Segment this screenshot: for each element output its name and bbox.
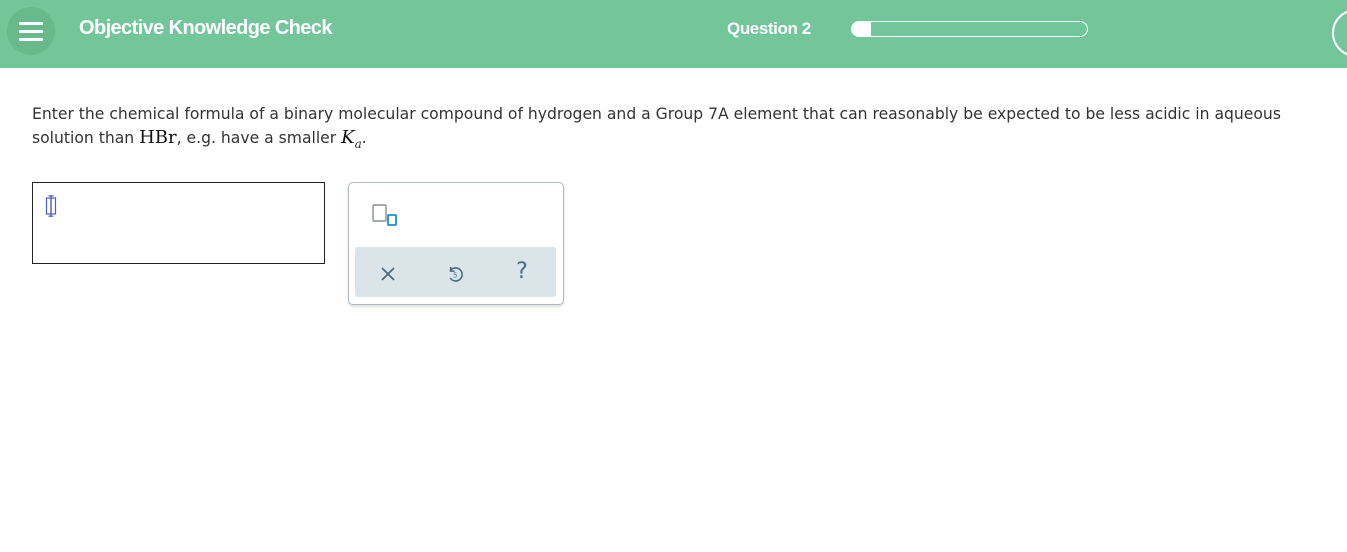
top-bar: Objective Knowledge Check Question 2 <box>0 0 1347 68</box>
prompt-line-1: Enter the chemical formula of a binary m… <box>32 105 1281 123</box>
acid-constant-subscript: a <box>354 137 362 151</box>
circle-button[interactable] <box>1332 9 1347 57</box>
progress-bar <box>851 21 1088 37</box>
menu-button[interactable] <box>7 7 55 55</box>
help-button[interactable]: ? <box>509 257 535 287</box>
question-number-label: Question 2 <box>727 19 811 38</box>
subscript-icon[interactable] <box>371 203 403 229</box>
palette-actions: 5 ? <box>355 247 556 297</box>
acid-constant-symbol: K <box>341 127 355 148</box>
progress-bar-fill <box>852 22 871 36</box>
prompt-text-end: . <box>361 129 367 147</box>
prompt-line-2: solution than HBr, e.g. have a smaller K… <box>32 126 1347 156</box>
prompt-text-start: solution than <box>32 129 140 147</box>
menu-icon-bar <box>19 38 43 41</box>
compound-formula: HBr <box>139 127 177 148</box>
question-prompt: Enter the chemical formula of a binary m… <box>32 102 1347 156</box>
tool-palette: 5 ? <box>348 182 564 305</box>
prompt-text-mid: , e.g. have a smaller <box>176 129 342 147</box>
close-icon[interactable] <box>375 260 401 286</box>
undo-icon[interactable]: 5 <box>442 260 468 286</box>
svg-text:5: 5 <box>453 272 457 280</box>
text-cursor-icon <box>45 195 57 217</box>
page-title: Objective Knowledge Check <box>79 17 332 39</box>
answer-input[interactable] <box>32 182 325 264</box>
menu-icon-bar <box>19 30 43 33</box>
menu-icon-bar <box>19 22 43 25</box>
